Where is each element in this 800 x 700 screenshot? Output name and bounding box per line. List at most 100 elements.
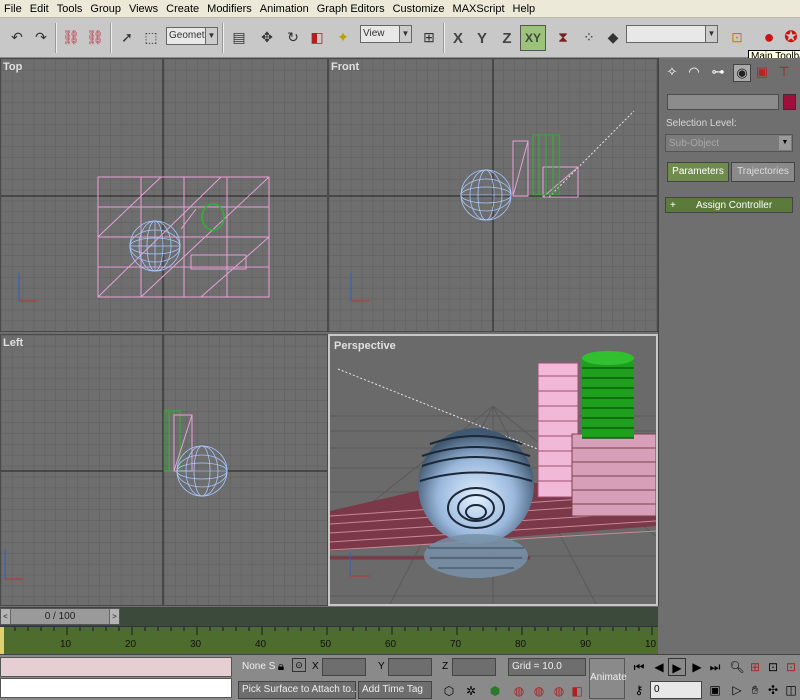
viewport-top[interactable]: Top: [0, 58, 328, 332]
object-name-field[interactable]: [667, 94, 779, 110]
arc-rotate-icon[interactable]: ✣: [764, 681, 782, 699]
goto-end-icon[interactable]: ⏭: [706, 658, 724, 676]
spinner-snap-icon[interactable]: ◍: [550, 682, 568, 700]
maximize-viewport-icon[interactable]: ◫: [782, 681, 800, 699]
next-frame-icon[interactable]: >: [109, 609, 119, 624]
toolbar-separator: [443, 23, 445, 53]
object-color-swatch[interactable]: [783, 94, 796, 110]
time-slider-thumb[interactable]: < 0 / 100 >: [0, 608, 120, 625]
viewport-label-front[interactable]: Front: [331, 61, 359, 73]
key-mode-icon[interactable]: ⚷: [630, 681, 648, 699]
restrict-z-button[interactable]: Z: [496, 25, 518, 51]
material-editor-icon[interactable]: ●: [758, 26, 780, 48]
grid-size-label: Grid = 10.0: [512, 661, 562, 672]
menu-customize[interactable]: Customize: [389, 0, 449, 18]
next-key-icon[interactable]: ▶: [688, 658, 706, 676]
render-icon[interactable]: ✪: [780, 26, 800, 48]
z-coordinate-field[interactable]: [452, 658, 496, 676]
animate-button[interactable]: Animate: [589, 658, 627, 699]
field-of-view-icon[interactable]: ▷: [728, 681, 746, 699]
named-selection-sets-icon[interactable]: ⊡: [726, 26, 748, 48]
maxscript-input-mini[interactable]: [0, 678, 232, 698]
perspective-viewport-canvas: [330, 336, 656, 604]
zoom-extents-icon[interactable]: ⊡: [764, 658, 782, 676]
edit-named-selection-icon[interactable]: ◧: [568, 682, 586, 700]
track-tick-label: 60: [385, 639, 397, 650]
previous-frame-icon[interactable]: <: [1, 609, 11, 624]
maxscript-listener-mini[interactable]: [0, 657, 232, 677]
selection-region-icon[interactable]: ⬚: [140, 26, 162, 48]
restrict-xy-button[interactable]: XY: [520, 25, 546, 51]
crossing-selection-icon[interactable]: ✲: [462, 682, 480, 700]
selection-filter-dropdown[interactable]: Geometry ▼: [166, 27, 218, 45]
align-icon[interactable]: ◆: [602, 26, 624, 48]
display-tab-icon[interactable]: ▣: [753, 64, 771, 82]
modify-tab-icon[interactable]: ◠: [685, 64, 703, 82]
select-and-link-icon[interactable]: ⛓: [60, 26, 82, 48]
hierarchy-tab-icon[interactable]: ⊶: [709, 64, 727, 82]
zoom-all-icon[interactable]: ⊞: [746, 658, 764, 676]
zoom-extents-all-icon[interactable]: ⊡: [782, 658, 800, 676]
sub-object-control[interactable]: Sub-Object ▼: [665, 134, 793, 152]
degradation-override-icon[interactable]: ⬡: [440, 682, 458, 700]
menu-views[interactable]: Views: [125, 0, 162, 18]
assign-controller-rollout[interactable]: + Assign Controller: [665, 197, 793, 213]
restrict-x-button[interactable]: X: [447, 25, 469, 51]
parameters-button[interactable]: Parameters: [667, 162, 729, 182]
select-by-name-icon[interactable]: ▤: [228, 26, 250, 48]
utilities-tab-icon[interactable]: ⊤: [775, 64, 793, 82]
reference-coord-dropdown[interactable]: View ▼: [360, 25, 412, 43]
menu-group[interactable]: Group: [86, 0, 125, 18]
scale-icon[interactable]: ◧: [306, 26, 328, 48]
goto-start-icon[interactable]: ⏮: [630, 658, 648, 676]
current-frame-field[interactable]: 0: [650, 681, 702, 699]
chevron-down-icon: ▼: [779, 136, 791, 150]
mirror-icon[interactable]: ⧗: [552, 26, 574, 48]
x-coordinate-field[interactable]: [322, 658, 366, 676]
unlink-selection-icon[interactable]: ⛓: [84, 26, 106, 48]
menu-animation[interactable]: Animation: [256, 0, 313, 18]
angle-snap-icon[interactable]: ◍: [510, 682, 528, 700]
menu-create[interactable]: Create: [162, 0, 203, 18]
select-manipulate-icon[interactable]: ✦: [332, 26, 354, 48]
time-config-icon[interactable]: ▣: [706, 681, 724, 699]
pan-icon[interactable]: ✋︎: [746, 681, 764, 699]
viewport-front[interactable]: Front: [328, 58, 658, 332]
motion-tab-icon[interactable]: ◉: [733, 64, 751, 82]
absolute-transform-icon[interactable]: ⊙: [292, 658, 306, 672]
snap-toggle-icon[interactable]: ⬢: [486, 682, 504, 700]
previous-key-icon[interactable]: ◀: [650, 658, 668, 676]
redo-icon[interactable]: ↷: [30, 26, 52, 48]
menu-tools[interactable]: Tools: [53, 0, 87, 18]
chevron-down-icon: ▼: [705, 26, 717, 42]
create-tab-icon[interactable]: ✧: [663, 64, 681, 82]
menu-edit[interactable]: Edit: [26, 0, 53, 18]
viewport-label-top[interactable]: Top: [3, 61, 22, 73]
play-icon[interactable]: ▶: [668, 658, 686, 676]
percent-snap-icon[interactable]: ◍: [530, 682, 548, 700]
select-object-icon[interactable]: ➚: [116, 26, 138, 48]
restrict-y-button[interactable]: Y: [471, 25, 493, 51]
menu-modifiers[interactable]: Modifiers: [203, 0, 256, 18]
rotate-icon[interactable]: ↻: [282, 26, 304, 48]
array-icon[interactable]: ⁘: [578, 26, 600, 48]
y-coordinate-field[interactable]: [388, 658, 432, 676]
menu-file[interactable]: File: [0, 0, 26, 18]
track-bar[interactable]: 10 20 30 40 50 60 70 80 90 10: [0, 626, 658, 655]
command-panel: ✧ ◠ ⊶ ◉ ▣ ⊤ Selection Level: Sub-Object …: [658, 58, 800, 606]
menu-graph-editors[interactable]: Graph Editors: [313, 0, 389, 18]
pivot-center-icon[interactable]: ⊞: [418, 26, 440, 48]
trajectories-button[interactable]: Trajectories: [731, 162, 795, 182]
move-icon[interactable]: ✥: [256, 26, 278, 48]
viewport-left[interactable]: Left: [0, 334, 328, 606]
add-time-tag-button[interactable]: Add Time Tag: [358, 681, 432, 699]
menu-maxscript[interactable]: MAXScript: [449, 0, 509, 18]
named-selection-dropdown[interactable]: ▼: [626, 25, 718, 43]
zoom-icon[interactable]: 🔍︎: [728, 658, 746, 676]
menu-help[interactable]: Help: [509, 0, 540, 18]
viewport-label-perspective[interactable]: Perspective: [334, 340, 396, 352]
lock-selection-icon[interactable]: 🔒︎: [272, 657, 290, 675]
viewport-label-left[interactable]: Left: [3, 337, 23, 349]
undo-icon[interactable]: ↶: [6, 26, 28, 48]
viewport-perspective[interactable]: Perspective: [328, 334, 658, 606]
